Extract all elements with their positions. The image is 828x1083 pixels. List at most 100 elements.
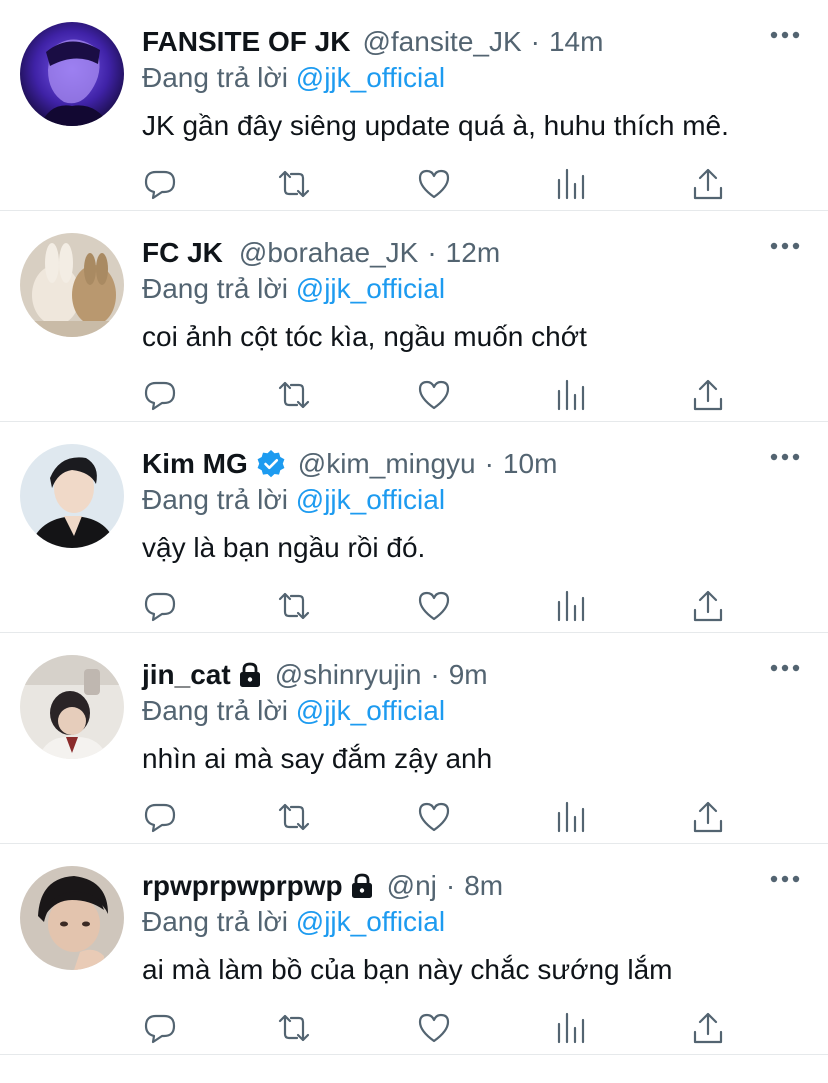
avatar[interactable] xyxy=(20,866,124,970)
tweet-header: FANSITE OF JK @fansite_JK · 14m xyxy=(142,22,603,62)
share-button[interactable] xyxy=(690,588,726,624)
replying-to-label: Đang trả lời xyxy=(142,906,288,937)
display-name[interactable]: FC JK xyxy=(142,233,223,273)
reply-icon xyxy=(144,1014,176,1044)
retweet-button[interactable] xyxy=(276,799,312,835)
stats-button[interactable] xyxy=(553,166,589,202)
stats-button[interactable] xyxy=(553,377,589,413)
lock-icon xyxy=(239,662,260,687)
user-handle[interactable]: @nj xyxy=(387,866,437,906)
separator-dot: · xyxy=(430,659,440,690)
retweet-icon xyxy=(278,170,310,198)
more-icon[interactable] xyxy=(770,874,800,884)
like-button[interactable] xyxy=(416,1010,452,1046)
reply-button[interactable] xyxy=(142,799,178,835)
more-icon[interactable] xyxy=(770,452,800,462)
avatar[interactable] xyxy=(20,655,124,759)
avatar[interactable] xyxy=(20,444,124,548)
user-handle[interactable]: @fansite_JK xyxy=(362,22,521,62)
retweet-button[interactable] xyxy=(276,166,312,202)
stats-button[interactable] xyxy=(553,799,589,835)
verified-badge-icon xyxy=(257,450,285,478)
separator-dot: · xyxy=(445,870,456,901)
heart-icon xyxy=(418,380,450,410)
user-handle[interactable]: @shinryujin xyxy=(275,655,422,695)
tweet-text: coi ảnh cột tóc kìa, ngầu muốn chớt xyxy=(142,321,587,352)
replying-to: Đang trả lời @jjk_official xyxy=(142,691,445,731)
reply-icon xyxy=(144,592,176,622)
bar-chart-icon xyxy=(557,1012,585,1044)
share-button[interactable] xyxy=(690,377,726,413)
tweet[interactable]: FC JK @borahae_JK · 12m Đang trả lời @jj… xyxy=(0,211,828,422)
bar-chart-icon xyxy=(557,590,585,622)
share-button[interactable] xyxy=(690,799,726,835)
retweet-button[interactable] xyxy=(276,588,312,624)
timestamp[interactable]: 8m xyxy=(464,866,503,906)
avatar[interactable] xyxy=(20,233,124,337)
tweet-header: FC JK @borahae_JK · 12m xyxy=(142,233,500,273)
mention-link[interactable]: @jjk_official xyxy=(296,273,445,304)
heart-icon xyxy=(418,591,450,621)
tweet[interactable]: Kim MG @kim_mingyu · 10m Đang trả lời @j… xyxy=(0,422,828,633)
reply-button[interactable] xyxy=(142,588,178,624)
timestamp[interactable]: 9m xyxy=(449,655,488,695)
like-button[interactable] xyxy=(416,799,452,835)
tweet[interactable]: jin_cat @shinryujin · 9m Đang trả lời @j… xyxy=(0,633,828,844)
timestamp[interactable]: 12m xyxy=(446,233,500,273)
user-handle[interactable]: @borahae_JK xyxy=(239,233,418,273)
timestamp[interactable]: 14m xyxy=(549,22,603,62)
more-icon[interactable] xyxy=(770,663,800,673)
mention-link[interactable]: @jjk_official xyxy=(296,484,445,515)
retweet-button[interactable] xyxy=(276,1010,312,1046)
mention-link[interactable]: @jjk_official xyxy=(296,695,445,726)
mention-link[interactable]: @jjk_official xyxy=(296,906,445,937)
share-icon xyxy=(693,1012,723,1044)
reply-button[interactable] xyxy=(142,377,178,413)
mention-link[interactable]: @jjk_official xyxy=(296,62,445,93)
tweet[interactable]: rpwprpwprpwp @nj · 8m Đang trả lời @jjk_… xyxy=(0,844,828,1055)
reply-button[interactable] xyxy=(142,166,178,202)
like-button[interactable] xyxy=(416,166,452,202)
lock-icon xyxy=(351,873,372,898)
reply-icon xyxy=(144,170,176,200)
reply-icon xyxy=(144,381,176,411)
retweet-icon xyxy=(278,803,310,831)
share-button[interactable] xyxy=(690,166,726,202)
separator-dot: · xyxy=(427,237,437,268)
tweet-header: Kim MG @kim_mingyu · 10m xyxy=(142,444,557,484)
tweet-text: vậy là bạn ngầu rồi đó. xyxy=(142,532,426,563)
retweet-icon xyxy=(278,381,310,409)
user-handle[interactable]: @kim_mingyu xyxy=(298,444,476,484)
display-name[interactable]: FANSITE OF JK xyxy=(142,22,350,62)
timestamp[interactable]: 10m xyxy=(503,444,557,484)
tweet-header: jin_cat @shinryujin · 9m xyxy=(142,655,488,695)
retweet-icon xyxy=(278,1014,310,1042)
stats-button[interactable] xyxy=(553,1010,589,1046)
reply-button[interactable] xyxy=(142,1010,178,1046)
more-icon[interactable] xyxy=(770,30,800,40)
share-icon xyxy=(693,168,723,200)
replying-to: Đang trả lời @jjk_official xyxy=(142,58,445,98)
tweet-text: JK gần đây siêng update quá à, huhu thíc… xyxy=(142,110,729,141)
retweet-icon xyxy=(278,592,310,620)
display-name[interactable]: jin_cat xyxy=(142,655,231,695)
replying-to-label: Đang trả lời xyxy=(142,62,288,93)
reply-icon xyxy=(144,803,176,833)
replying-to-label: Đang trả lời xyxy=(142,695,288,726)
heart-icon xyxy=(418,1013,450,1043)
like-button[interactable] xyxy=(416,377,452,413)
bar-chart-icon xyxy=(557,801,585,833)
share-button[interactable] xyxy=(690,1010,726,1046)
like-button[interactable] xyxy=(416,588,452,624)
display-name[interactable]: rpwprpwprpwp xyxy=(142,866,343,906)
share-icon xyxy=(693,801,723,833)
display-name[interactable]: Kim MG xyxy=(142,444,248,484)
tweet[interactable]: FANSITE OF JK @fansite_JK · 14m Đang trả… xyxy=(0,0,828,211)
stats-button[interactable] xyxy=(553,588,589,624)
retweet-button[interactable] xyxy=(276,377,312,413)
tweet-actions xyxy=(142,377,742,413)
avatar[interactable] xyxy=(20,22,124,126)
bar-chart-icon xyxy=(557,168,585,200)
share-icon xyxy=(693,590,723,622)
more-icon[interactable] xyxy=(770,241,800,251)
